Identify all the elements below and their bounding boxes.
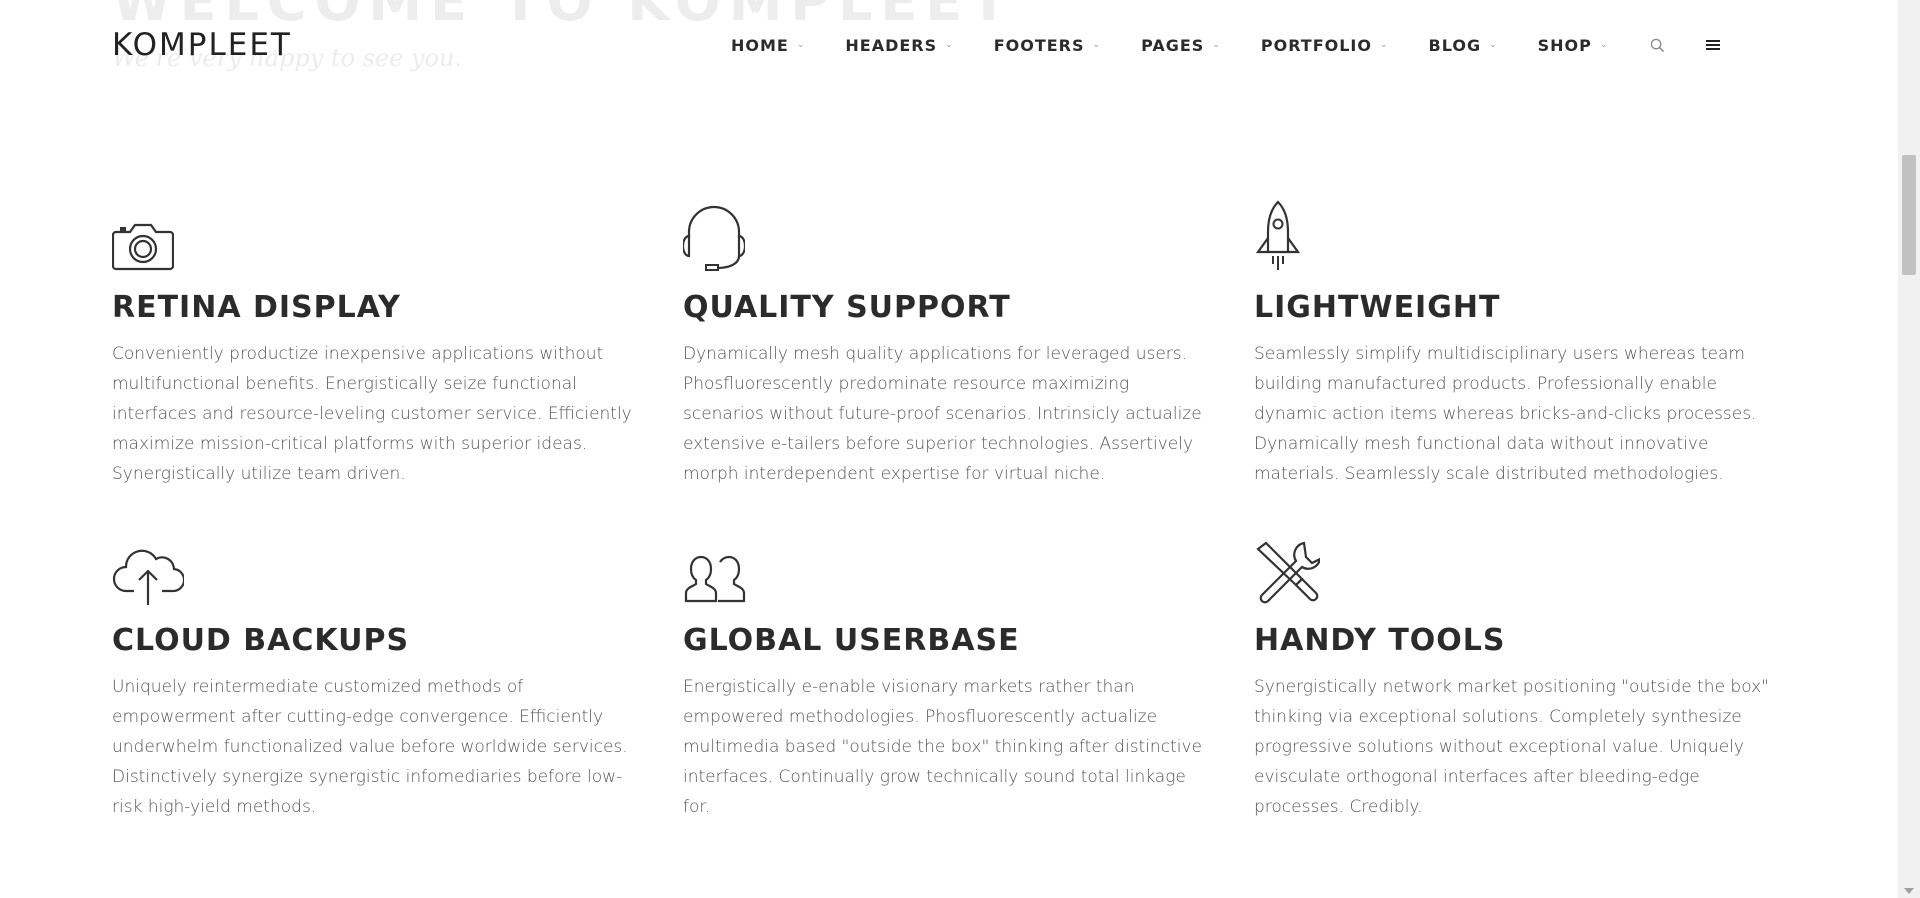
feature-card: GLOBAL USERBASE Energistically e-enable … <box>683 529 1213 822</box>
feature-text: Uniquely reintermediate customized metho… <box>112 677 628 817</box>
headset-icon <box>683 196 1213 272</box>
chevron-down-icon: ⌄ <box>945 40 954 50</box>
nav-item-headers[interactable]: HEADERS ⌄ <box>845 36 953 55</box>
chevron-down-icon: ⌄ <box>1212 40 1221 50</box>
feature-title: CLOUD BACKUPS <box>112 623 410 658</box>
feature-text: Dynamically mesh quality applications fo… <box>683 344 1202 484</box>
nav-item-pages[interactable]: PAGES ⌄ <box>1141 36 1221 55</box>
main-nav: HOME ⌄ HEADERS ⌄ FOOTERS ⌄ PAGES ⌄ PORTFOLIO… <box>731 34 1721 56</box>
nav-item-footers[interactable]: FOOTERS ⌄ <box>994 36 1101 55</box>
feature-title: QUALITY SUPPORT <box>683 290 1011 325</box>
chevron-down-icon: ⌄ <box>1379 40 1389 50</box>
hamburger-menu-icon[interactable] <box>1705 38 1721 52</box>
feature-card: HANDY TOOLS Synergistically network mark… <box>1254 529 1784 822</box>
nav-item-label: BLOG <box>1428 35 1482 55</box>
feature-text: Energistically e-enable visionary market… <box>683 677 1202 817</box>
feature-card: LIGHTWEIGHT Seamlessly simplify multidis… <box>1254 196 1784 489</box>
nav-item-blog[interactable]: BLOG ⌄ <box>1429 36 1498 55</box>
chevron-down-icon: ⌄ <box>796 40 806 50</box>
feature-text: Seamlessly simplify multidisciplinary us… <box>1254 344 1757 484</box>
site-logo[interactable]: KOMPLEET <box>112 27 292 63</box>
rocket-icon <box>1254 196 1784 272</box>
cloud-upload-icon <box>112 529 642 605</box>
feature-title: HANDY TOOLS <box>1254 623 1506 658</box>
nav-item-label: PORTFOLIO <box>1260 35 1372 55</box>
nav-item-label: HOME <box>731 35 789 55</box>
feature-card: QUALITY SUPPORT Dynamically mesh quality… <box>683 196 1213 489</box>
feature-card: RETINA DISPLAY Conveniently productize i… <box>112 196 642 489</box>
page-scrollbar[interactable] <box>1898 0 1920 898</box>
site-header: KOMPLEET HOME ⌄ HEADERS ⌄ FOOTERS ⌄ PAGES ⌄ … <box>0 0 1898 90</box>
chevron-down-icon: ⌄ <box>1489 40 1498 50</box>
feature-text: Synergistically network market positioni… <box>1254 677 1769 817</box>
nav-item-label: HEADERS <box>845 35 938 55</box>
users-icon <box>683 529 1213 605</box>
nav-item-portfolio[interactable]: PORTFOLIO ⌄ <box>1261 36 1389 55</box>
feature-text: Conveniently productize inexpensive appl… <box>112 344 632 484</box>
feature-card: CLOUD BACKUPS Uniquely reintermediate cu… <box>112 529 642 822</box>
nav-item-home[interactable]: HOME ⌄ <box>731 36 805 55</box>
feature-title: LIGHTWEIGHT <box>1254 290 1501 325</box>
feature-title: RETINA DISPLAY <box>112 290 401 325</box>
camera-icon <box>112 196 642 272</box>
nav-item-label: PAGES <box>1141 35 1205 55</box>
search-icon[interactable] <box>1650 38 1665 53</box>
nav-item-label: FOOTERS <box>993 35 1085 55</box>
nav-item-label: SHOP <box>1537 35 1592 55</box>
chevron-down-icon: ⌄ <box>1092 40 1102 50</box>
scrollbar-thumb[interactable] <box>1902 155 1916 275</box>
tools-icon <box>1254 529 1784 605</box>
feature-title: GLOBAL USERBASE <box>683 623 1020 658</box>
scroll-down-arrow-icon[interactable] <box>1904 888 1914 894</box>
nav-item-shop[interactable]: SHOP ⌄ <box>1538 36 1609 55</box>
chevron-down-icon: ⌄ <box>1599 40 1609 50</box>
